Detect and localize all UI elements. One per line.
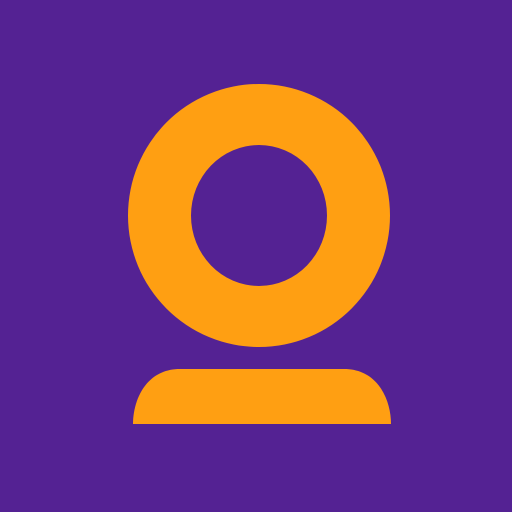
head-ring — [128, 83, 390, 347]
app-icon — [0, 0, 512, 512]
shoulders-base — [133, 369, 391, 424]
person-profile-icon — [128, 83, 391, 424]
